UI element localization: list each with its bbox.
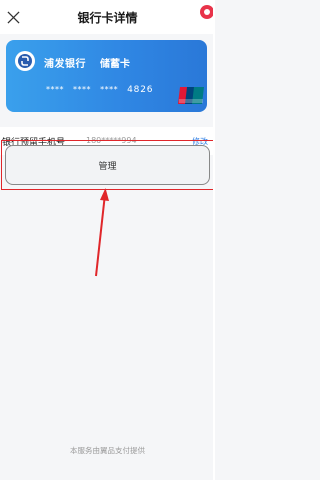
bank-logo-icon <box>15 51 35 71</box>
bank-name: 浦发银行 <box>44 59 86 70</box>
bank-card-detail-page: 银行卡详情 浦发银行 储蓄卡 **** **** **** 4826 银行预留手… <box>0 0 215 480</box>
bank-card: 浦发银行 储蓄卡 **** **** **** 4826 <box>6 40 207 112</box>
card-number: **** **** **** 4826 <box>46 85 153 95</box>
card-number-last4: 4826 <box>127 85 154 95</box>
card-number-masked: **** **** **** <box>46 85 119 94</box>
card-type: 储蓄卡 <box>100 59 130 70</box>
header-bar: 银行卡详情 <box>0 0 215 34</box>
annotation-highlight-box <box>1 140 214 190</box>
footer-provider-text: 本服务由翼品支付提供 <box>70 446 145 455</box>
annotation-arrow-icon <box>95 188 109 277</box>
unionpay-logo <box>178 87 204 104</box>
page-edge-divider <box>213 0 215 480</box>
page-title: 银行卡详情 <box>77 11 138 25</box>
